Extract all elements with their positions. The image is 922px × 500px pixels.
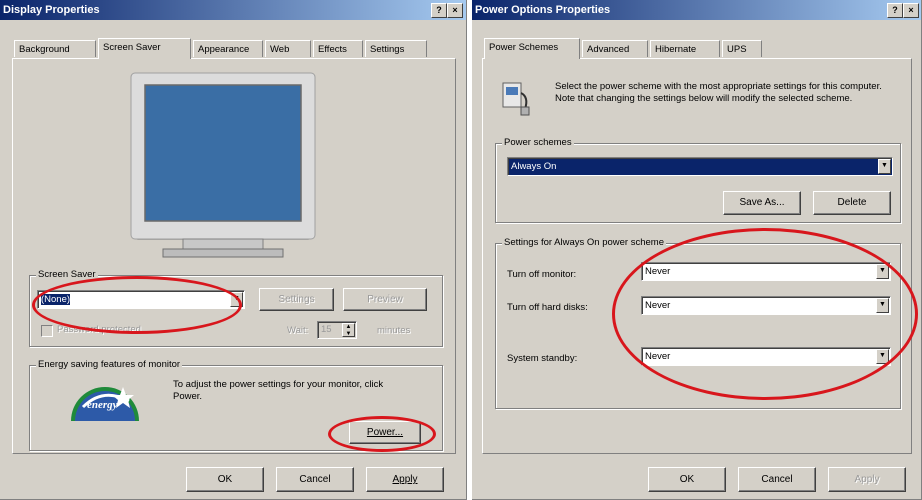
screen-saver-preview-button[interactable]: Preview [343,288,427,311]
display-properties-window: Display Properties ? × Background Screen… [0,0,467,500]
display-tabs: Background Screen Saver Appearance Web E… [14,38,454,59]
power-ok-button[interactable]: OK [648,467,726,492]
power-description: Select the power scheme with the most ap… [555,81,882,104]
screen-saver-group-label: Screen Saver [36,269,98,280]
chevron-down-icon[interactable]: ▼ [876,264,889,279]
monitor-preview [130,72,316,258]
tab-web[interactable]: Web [265,40,311,57]
password-checkbox[interactable] [41,325,53,337]
power-tab-panel: Select the power scheme with the most ap… [482,58,912,454]
power-cancel-button[interactable]: Cancel [738,467,816,492]
standby-select[interactable]: Never ▼ [641,347,891,366]
password-label: Password protected [57,324,141,335]
energy-description: To adjust the power settings for your mo… [173,379,384,402]
standby-value: Never [645,351,671,362]
tab-ups[interactable]: UPS [722,40,762,57]
display-apply-label: Apply [392,474,418,485]
display-apply-button[interactable]: Apply [366,467,444,492]
display-cancel-button[interactable]: Cancel [276,467,354,492]
tab-appearance[interactable]: Appearance [193,40,263,57]
screen-saver-group: Screen Saver [29,269,443,347]
monitor-label: Turn off monitor: [507,269,577,280]
power-button[interactable]: Power... [349,421,421,444]
display-title: Display Properties [3,4,100,16]
power-titlebar[interactable]: Power Options Properties [472,0,921,20]
tab-advanced[interactable]: Advanced [582,40,648,57]
wait-label: Wait: [287,325,309,336]
tab-screen-saver[interactable]: Screen Saver [98,38,191,59]
energy-group-label: Energy saving features of monitor [36,359,183,370]
power-title: Power Options Properties [475,4,611,16]
screen-saver-settings-button[interactable]: Settings [259,288,334,311]
power-scheme-icon [502,82,530,116]
disks-select[interactable]: Never ▼ [641,296,891,315]
power-scheme-select[interactable]: Always On ▼ [507,157,893,176]
power-options-window: Power Options Properties ? × Power Schem… [472,0,922,500]
power-button-label: Power... [366,427,404,438]
delete-button[interactable]: Delete [813,191,891,215]
display-ok-button[interactable]: OK [186,467,264,492]
power-schemes-label: Power schemes [502,137,574,148]
scheme-settings-label: Settings for Always On power scheme [502,237,666,248]
spinner-arrows-icon[interactable]: ▲ ▼ [342,323,355,337]
minutes-label: minutes [377,325,411,336]
power-close-button[interactable]: × [903,3,919,18]
monitor-select[interactable]: Never ▼ [641,262,891,281]
tab-power-schemes[interactable]: Power Schemes [484,38,580,59]
chevron-down-icon[interactable]: ▼ [230,292,243,307]
display-close-button[interactable]: × [447,3,463,18]
power-scheme-value: Always On [511,161,557,172]
display-tab-panel: Screen Saver (None) ▼ Settings Preview P… [12,58,456,454]
screen-saver-select[interactable]: (None) ▼ [37,290,245,309]
chevron-down-icon[interactable]: ▼ [876,349,889,364]
tab-hibernate[interactable]: Hibernate [650,40,720,57]
display-help-button[interactable]: ? [431,3,447,18]
chevron-down-icon[interactable]: ▼ [878,159,891,174]
screen-saver-value: (None) [41,294,71,305]
chevron-down-icon[interactable]: ▼ [876,298,889,313]
monitor-value: Never [645,266,671,277]
save-as-button[interactable]: Save As... [723,191,801,215]
tab-effects[interactable]: Effects [313,40,363,57]
disks-value: Never [645,300,671,311]
standby-label: System standby: [507,353,578,364]
energy-logo-text: energy [87,399,118,411]
tab-settings[interactable]: Settings [365,40,427,57]
wait-spinner[interactable]: 15 ▲ ▼ [317,321,357,339]
tab-background[interactable]: Background [14,40,96,57]
power-tabs: Power Schemes Advanced Hibernate UPS [484,38,784,59]
power-apply-button[interactable]: Apply [828,467,906,492]
power-help-button[interactable]: ? [887,3,903,18]
wait-value: 15 [321,324,332,335]
disks-label: Turn off hard disks: [507,302,588,313]
display-titlebar[interactable]: Display Properties [0,0,466,20]
